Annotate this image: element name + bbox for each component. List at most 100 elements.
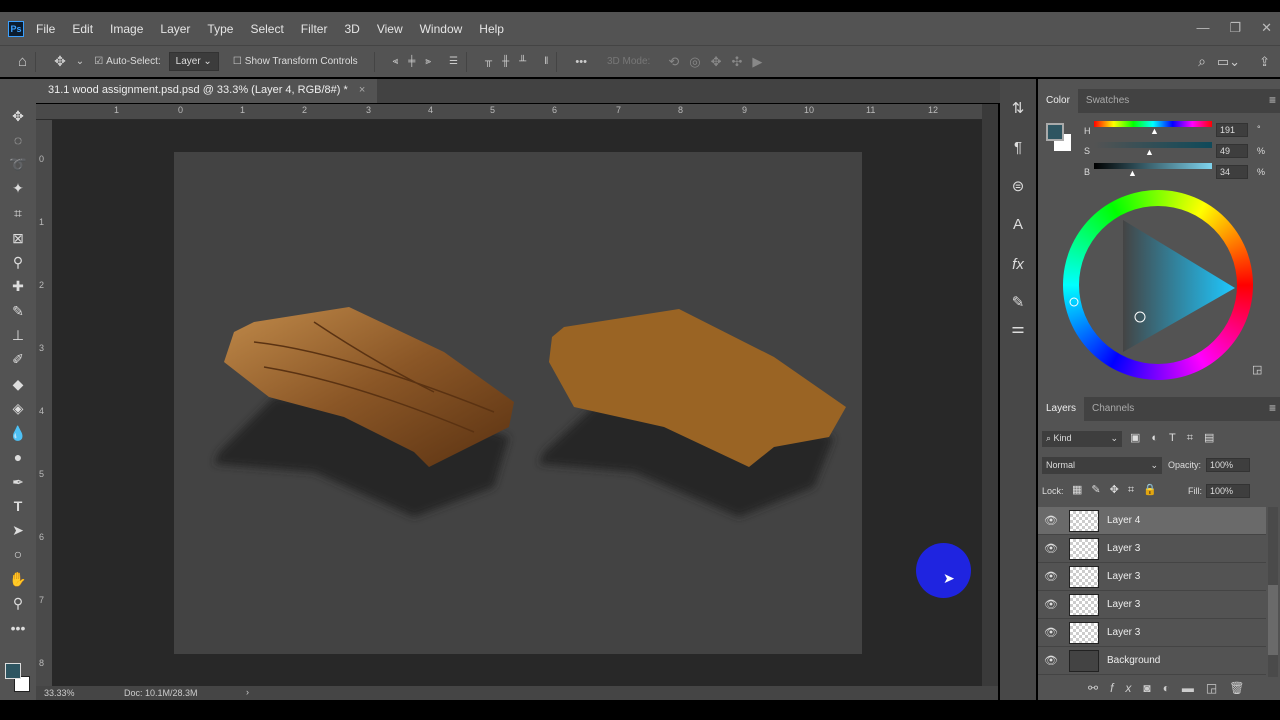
menu-type[interactable]: Type <box>207 22 233 36</box>
color-triangle[interactable] <box>1063 190 1253 380</box>
crop-tool-icon[interactable]: ⌗ <box>9 204 27 222</box>
layer-row[interactable]: 👁 Background <box>1038 647 1266 675</box>
blend-mode-dropdown[interactable]: Normal ⌄ <box>1042 457 1162 474</box>
workspace-icon[interactable]: ▭⌄ <box>1217 54 1240 70</box>
home-icon[interactable]: ⌂ <box>18 53 27 70</box>
align-right-icon[interactable]: ⫸ <box>425 56 431 67</box>
add-mask-icon[interactable]: ◙ <box>1143 681 1162 695</box>
foreground-color-chip[interactable] <box>1046 123 1064 141</box>
menu-layer[interactable]: Layer <box>160 22 190 36</box>
brightness-slider[interactable] <box>1094 163 1212 169</box>
ellipse-tool-icon[interactable]: ○ <box>9 545 27 563</box>
document-tab[interactable]: 31.1 wood assignment.psd.psd @ 33.3% (La… <box>36 79 378 103</box>
zoom-tool-icon[interactable]: ⚲ <box>9 594 27 612</box>
layer-row[interactable]: 👁 Layer 4 <box>1038 507 1266 535</box>
tab-color[interactable]: Color <box>1038 89 1078 113</box>
align-top-icon[interactable]: ╥ <box>485 56 492 67</box>
opacity-input[interactable]: 100% <box>1206 458 1250 472</box>
menu-filter[interactable]: Filter <box>301 22 328 36</box>
close-tab-icon[interactable]: × <box>359 84 365 96</box>
fx-icon[interactable]: fx <box>1110 681 1143 695</box>
character-panel-icon[interactable]: A <box>1008 216 1028 236</box>
lasso-tool-icon[interactable]: ➰ <box>9 155 27 173</box>
hue-slider-thumb[interactable]: ▲ <box>1150 126 1159 136</box>
3d-orbit-icon[interactable]: ⟲ <box>668 54 679 70</box>
distribute-vertical-icon[interactable]: ‖ <box>544 56 548 67</box>
hue-input[interactable]: 191 <box>1216 123 1248 137</box>
menu-edit[interactable]: Edit <box>72 22 93 36</box>
layer-filter-dropdown[interactable]: ⌕ Kind ⌄ <box>1042 431 1122 447</box>
history-brush-icon[interactable]: ✐ <box>9 350 27 368</box>
show-transform-checkbox[interactable]: ☐ <box>233 56 242 67</box>
panel-menu-icon[interactable]: ≡ <box>1269 93 1276 107</box>
lock-icons[interactable]: ▦✎✥⌗🔒 <box>1072 483 1166 497</box>
status-menu-arrow[interactable]: › <box>246 687 249 697</box>
share-icon[interactable]: ⇪ <box>1259 54 1270 70</box>
layer-row[interactable]: 👁 Layer 3 <box>1038 619 1266 647</box>
layer-row[interactable]: 👁 Layer 3 <box>1038 535 1266 563</box>
layers-menu-icon[interactable]: ≡ <box>1269 401 1276 415</box>
auto-select-dropdown[interactable]: Layer ⌄ <box>168 52 219 71</box>
zoom-level[interactable]: 33.33% <box>44 688 75 698</box>
new-group-icon[interactable]: ▬ <box>1182 681 1206 695</box>
align-center-icon[interactable]: ╪ <box>408 56 415 67</box>
menu-help[interactable]: Help <box>479 22 504 36</box>
brightness-slider-thumb[interactable]: ▲ <box>1128 168 1137 178</box>
healing-brush-icon[interactable]: ✚ <box>9 277 27 295</box>
layers-scrollbar[interactable] <box>1268 507 1278 677</box>
layer-filter-icons[interactable]: ▣◐T⌗▤ <box>1130 431 1225 445</box>
menu-3d[interactable]: 3D <box>344 22 359 36</box>
align-left-icon[interactable]: ⫷ <box>393 56 399 67</box>
visibility-eye-icon[interactable]: 👁 <box>1038 654 1064 667</box>
visibility-eye-icon[interactable]: 👁 <box>1038 598 1064 611</box>
auto-select-checkbox[interactable]: ☑ <box>94 56 103 67</box>
hand-tool-icon[interactable]: ✋ <box>9 570 27 588</box>
menu-select[interactable]: Select <box>250 22 283 36</box>
layer-row[interactable]: 👁 Layer 3 <box>1038 563 1266 591</box>
type-tool-icon[interactable]: T <box>9 497 27 515</box>
color-mode-icon[interactable]: ◲ <box>1252 363 1262 376</box>
tab-channels[interactable]: Channels <box>1084 397 1142 421</box>
menu-image[interactable]: Image <box>110 22 143 36</box>
restore-icon[interactable]: ❐ <box>1229 20 1241 36</box>
menu-view[interactable]: View <box>377 22 403 36</box>
visibility-eye-icon[interactable]: 👁 <box>1038 570 1064 583</box>
3d-camera-icon[interactable]: ▶ <box>752 54 762 70</box>
styles-panel-icon[interactable]: fx <box>1008 256 1028 276</box>
delete-layer-icon[interactable]: 🗑 <box>1229 681 1256 695</box>
search-icon[interactable]: ⌕ <box>1198 53 1206 70</box>
layer-row[interactable]: 👁 Layer 3 <box>1038 591 1266 619</box>
pen-tool-icon[interactable]: ✒ <box>9 473 27 491</box>
visibility-eye-icon[interactable]: 👁 <box>1038 542 1064 555</box>
minimize-icon[interactable]: — <box>1196 20 1209 36</box>
foreground-color-swatch[interactable] <box>5 663 21 679</box>
menu-window[interactable]: Window <box>420 22 463 36</box>
dodge-tool-icon[interactable]: ● <box>9 448 27 466</box>
3d-roll-icon[interactable]: ◎ <box>689 54 700 70</box>
properties-panel-icon[interactable]: ⊜ <box>1008 177 1028 197</box>
saturation-slider-thumb[interactable]: ▲ <box>1145 147 1154 157</box>
paragraph-panel-icon[interactable]: ¶ <box>1008 139 1028 159</box>
tab-swatches[interactable]: Swatches <box>1078 89 1137 113</box>
menu-file[interactable]: File <box>36 22 55 36</box>
align-middle-icon[interactable]: ╫ <box>502 56 509 67</box>
history-panel-icon[interactable]: ⇅ <box>1008 99 1028 119</box>
saturation-input[interactable]: 49 <box>1216 144 1248 158</box>
document-canvas[interactable] <box>174 152 862 654</box>
chevron-down-icon[interactable]: ⌄ <box>76 56 84 67</box>
3d-slide-icon[interactable]: ✣ <box>731 54 742 70</box>
eraser-icon[interactable]: ◆ <box>9 375 27 393</box>
new-layer-icon[interactable]: ◲ <box>1206 681 1229 695</box>
link-layers-icon[interactable]: ⚯ <box>1088 681 1110 695</box>
color-wheel[interactable] <box>1063 190 1253 380</box>
more-options-button[interactable]: ••• <box>575 56 587 68</box>
brushes-panel-icon[interactable]: ✎ <box>1008 293 1028 313</box>
canvas-vertical-scrollbar[interactable] <box>982 104 998 686</box>
brightness-input[interactable]: 34 <box>1216 165 1248 179</box>
path-selection-icon[interactable]: ➤ <box>9 521 27 539</box>
fill-input[interactable]: 100% <box>1206 484 1250 498</box>
distribute-icon[interactable]: ☰ <box>449 56 458 67</box>
move-tool-icon[interactable]: ✥ <box>9 107 27 125</box>
move-tool-icon[interactable]: ✥ <box>54 53 66 70</box>
visibility-eye-icon[interactable]: 👁 <box>1038 514 1064 527</box>
